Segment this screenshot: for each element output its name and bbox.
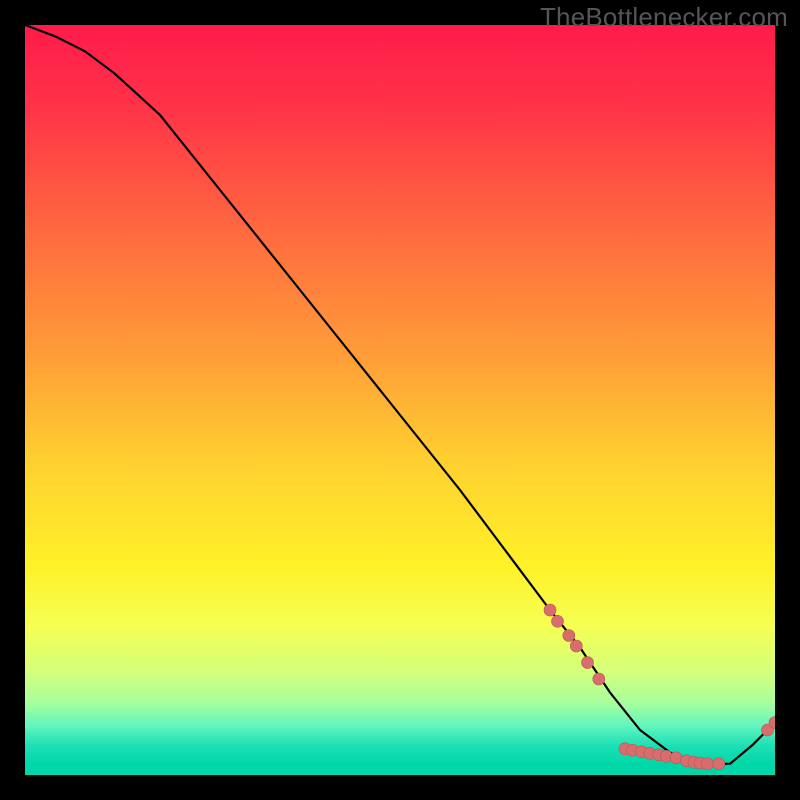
data-point: [544, 604, 556, 616]
watermark-text: TheBottlenecker.com: [540, 2, 788, 33]
data-point: [552, 615, 564, 627]
plot-area: [25, 25, 775, 775]
data-point: [582, 657, 594, 669]
chart-svg: [25, 25, 775, 775]
data-point: [593, 673, 605, 685]
chart-frame: TheBottlenecker.com: [0, 0, 800, 800]
gradient-background: [25, 25, 775, 775]
data-point: [570, 640, 582, 652]
data-point: [713, 758, 725, 770]
data-point: [563, 630, 575, 642]
data-point: [670, 752, 682, 764]
data-point: [702, 758, 714, 770]
